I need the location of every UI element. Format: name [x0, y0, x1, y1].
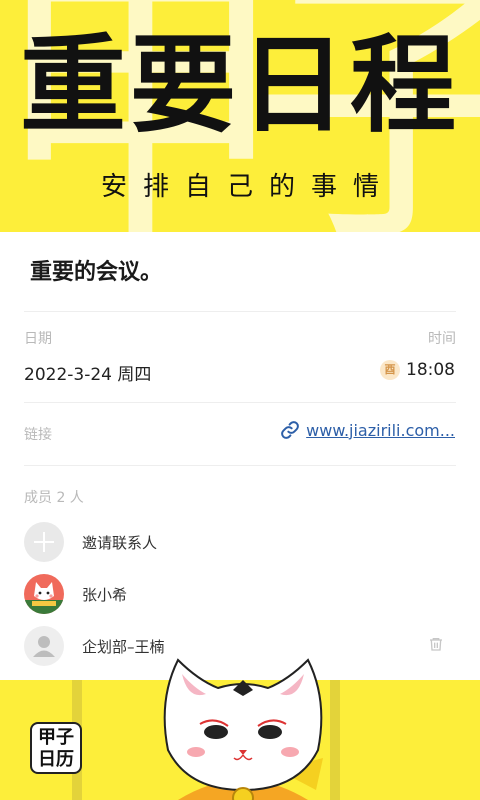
event-detail-card: 重要的会议。 日期 时间 2022-3-24 周四 酉 18:08 链接 www…	[0, 232, 480, 680]
plus-icon[interactable]	[24, 522, 64, 562]
hero-title: 重要日程	[20, 22, 460, 147]
event-title[interactable]: 重要的会议。	[30, 254, 162, 286]
app-logo: 甲子日历	[30, 722, 82, 774]
members-header: 成员 2 人	[24, 490, 84, 506]
date-label: 日期	[24, 331, 52, 347]
person-icon	[33, 636, 55, 657]
cat-mascot-illustration	[163, 658, 323, 800]
link-url[interactable]: www.jiazirili.com...	[306, 421, 455, 440]
cat-avatar-icon	[24, 582, 64, 614]
trash-icon[interactable]	[428, 636, 444, 652]
member-row[interactable]: 企划部–王楠	[24, 626, 165, 666]
time-value[interactable]: 18:08	[406, 360, 455, 380]
shichen-badge-icon: 酉	[380, 360, 400, 380]
member-name[interactable]: 张小希	[82, 584, 127, 605]
member-name[interactable]: 邀请联系人	[82, 532, 157, 553]
avatar	[24, 626, 64, 666]
date-value[interactable]: 2022-3-24 周四	[24, 360, 151, 385]
divider	[24, 311, 456, 312]
member-row[interactable]: 张小希	[24, 574, 127, 614]
invite-contact-row[interactable]: 邀请联系人	[24, 522, 157, 562]
hero-subtitle: 安排自己的事情	[100, 172, 395, 202]
link-icon	[281, 421, 300, 439]
divider	[24, 465, 456, 466]
time-label: 时间	[428, 331, 456, 347]
divider	[24, 402, 456, 403]
avatar	[24, 574, 64, 614]
link-row[interactable]: www.jiazirili.com...	[280, 420, 455, 440]
link-label: 链接	[24, 427, 52, 443]
hero-banner: 甲子 重要日程 安排自己的事情	[0, 0, 480, 232]
